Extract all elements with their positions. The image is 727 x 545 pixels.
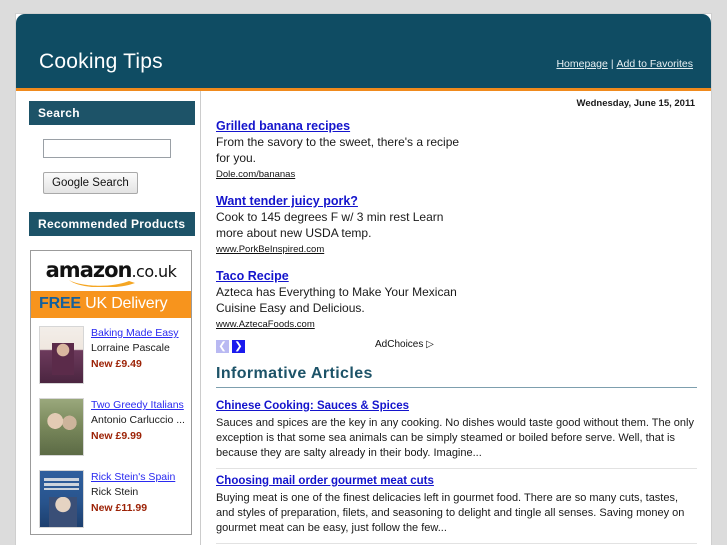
amazon-delivery-banner: FREE UK Delivery <box>31 291 191 318</box>
list-item[interactable]: Baking Made Easy Lorraine Pascale New £9… <box>31 318 191 390</box>
product-info: Baking Made Easy Lorraine Pascale New £9… <box>91 326 179 384</box>
ad-title-link[interactable]: Taco Recipe <box>216 268 289 284</box>
sponsored-ads-block: Grilled banana recipes From the savory t… <box>216 109 496 359</box>
ad-title-link[interactable]: Grilled banana recipes <box>216 118 350 134</box>
chevron-left-icon[interactable]: ❮ <box>216 340 229 354</box>
ad-title-link[interactable]: Want tender juicy pork? <box>216 193 358 209</box>
recommended-products-heading: Recommended Products <box>29 212 195 236</box>
adchoices-icon: ▷ <box>426 339 434 350</box>
adchoices-text: AdChoices <box>375 339 424 350</box>
ad-description: From the savory to the sweet, there's a … <box>216 135 460 165</box>
header-link-separator: | <box>610 58 614 70</box>
main-content: Wednesday, June 15, 2011 Grilled banana … <box>202 91 711 545</box>
amazon-logo-suffix: .co.uk <box>131 262 177 281</box>
ad-description: Azteca has Everything to Make Your Mexic… <box>216 285 457 315</box>
product-title-link[interactable]: Baking Made Easy <box>91 327 179 340</box>
ad-item[interactable]: Taco Recipe Azteca has Everything to Mak… <box>216 268 496 330</box>
search-widget-heading: Search <box>29 101 195 125</box>
homepage-link[interactable]: Homepage <box>556 58 607 70</box>
page-container: Cooking Tips Homepage | Add to Favorites S… <box>16 14 711 545</box>
body-columns: Search Google Search Recommended Product… <box>16 91 711 545</box>
ad-item[interactable]: Grilled banana recipes From the savory t… <box>216 118 496 180</box>
product-author: Antonio Carluccio ... <box>91 414 185 426</box>
amazon-banner-text: UK Delivery <box>80 295 168 312</box>
ad-description: Cook to 145 degrees F w/ 3 min rest Lear… <box>216 210 444 240</box>
list-item[interactable]: Two Greedy Italians Antonio Carluccio ..… <box>31 390 191 462</box>
ad-item[interactable]: Want tender juicy pork? Cook to 145 degr… <box>216 193 496 255</box>
ad-url-link[interactable]: www.PorkBeInspired.com <box>216 244 324 255</box>
amazon-banner-free: FREE <box>39 295 81 312</box>
product-thumbnail[interactable] <box>39 326 84 384</box>
product-thumbnail[interactable] <box>39 470 84 528</box>
product-info: Rick Stein's Spain Rick Stein New £11.99 <box>91 470 175 528</box>
site-header: Cooking Tips Homepage | Add to Favorites <box>16 14 711 91</box>
product-author: Rick Stein <box>91 486 139 498</box>
product-title-link[interactable]: Rick Stein's Spain <box>91 471 175 484</box>
current-date: Wednesday, June 15, 2011 <box>576 98 695 109</box>
amazon-widget: amazon.co.uk FREE UK Delivery Baking Mad… <box>30 250 192 535</box>
amazon-smile-icon <box>67 278 137 287</box>
list-item[interactable]: Choosing mail order gourmet meat cuts Bu… <box>216 469 697 544</box>
section-heading-informative-articles: Informative Articles <box>216 365 697 388</box>
amazon-logo: amazon.co.uk <box>31 251 191 291</box>
product-author: Lorraine Pascale <box>91 342 170 354</box>
header-link-group: Homepage | Add to Favorites <box>556 58 693 70</box>
product-title-link[interactable]: Two Greedy Italians <box>91 399 184 412</box>
list-item[interactable]: Rick Stein's Spain Rick Stein New £11.99 <box>31 462 191 534</box>
product-info: Two Greedy Italians Antonio Carluccio ..… <box>91 398 185 456</box>
google-search-button[interactable]: Google Search <box>43 172 138 194</box>
product-price: New £11.99 <box>91 502 148 514</box>
chevron-right-icon[interactable]: ❯ <box>232 340 245 354</box>
product-price: New £9.99 <box>91 430 142 442</box>
product-thumbnail[interactable] <box>39 398 84 456</box>
sidebar: Search Google Search Recommended Product… <box>16 91 201 545</box>
article-list: Chinese Cooking: Sauces & Spices Sauces … <box>216 388 697 545</box>
search-input[interactable] <box>43 139 171 158</box>
product-price: New £9.49 <box>91 358 142 370</box>
adchoices-label[interactable]: AdChoices ▷ <box>375 339 434 350</box>
article-excerpt: Buying meat is one of the finest delicac… <box>216 492 685 534</box>
ad-controls: ❮ ❯ AdChoices ▷ <box>216 339 466 359</box>
article-title-link[interactable]: Choosing mail order gourmet meat cuts <box>216 474 434 489</box>
article-title-link[interactable]: Chinese Cooking: Sauces & Spices <box>216 399 409 414</box>
add-to-favorites-link[interactable]: Add to Favorites <box>617 58 693 70</box>
search-widget-body: Google Search <box>16 125 200 212</box>
ad-url-link[interactable]: www.AztecaFoods.com <box>216 319 315 330</box>
list-item[interactable]: Chinese Cooking: Sauces & Spices Sauces … <box>216 394 697 469</box>
article-excerpt: Sauces and spices are the key in any coo… <box>216 417 694 459</box>
page-title: Cooking Tips <box>39 50 163 73</box>
ad-url-link[interactable]: Dole.com/bananas <box>216 169 295 180</box>
